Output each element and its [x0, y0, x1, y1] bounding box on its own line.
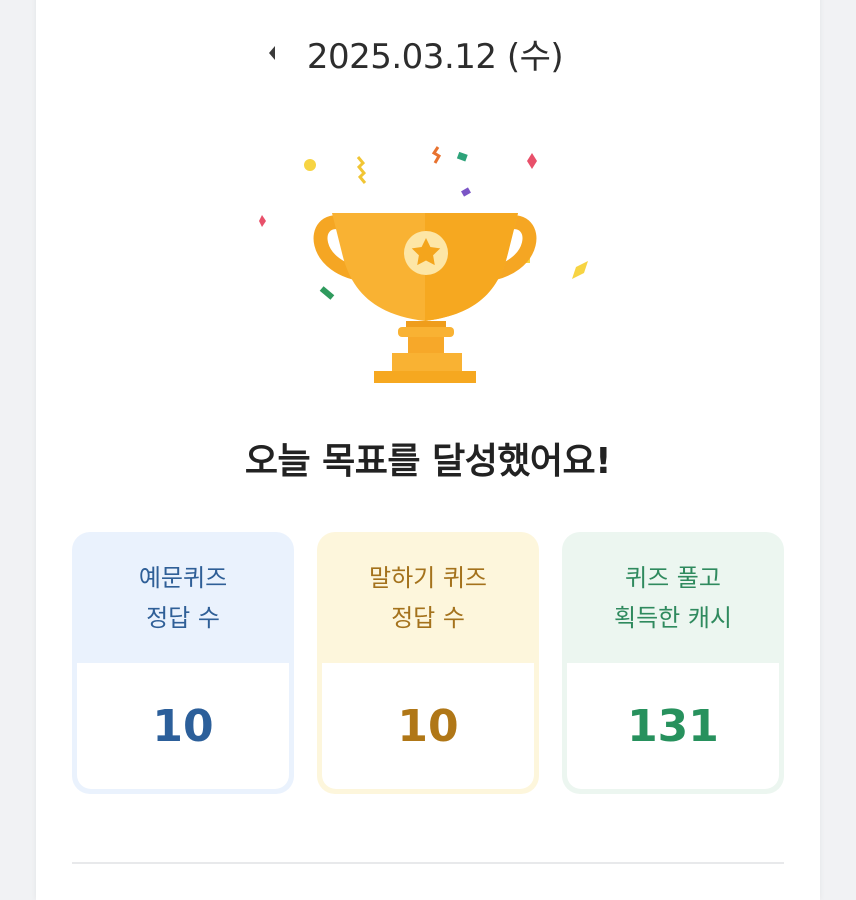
date-navigator: 2025.03.12 (수) — [0, 30, 856, 77]
stat-label-line1: 예문퀴즈 — [138, 564, 228, 592]
trophy-illustration — [240, 135, 620, 395]
stat-label-line1: 말하기 퀴즈 — [368, 564, 488, 592]
stat-card-speaking-quiz: 말하기 퀴즈 정답 수 10 — [317, 532, 539, 794]
stat-card-example-quiz: 예문퀴즈 정답 수 10 — [72, 532, 294, 794]
trophy-icon — [259, 146, 588, 383]
stat-label-line2: 정답 수 — [146, 604, 220, 632]
goal-achieved-title: 오늘 목표를 달성했어요! — [244, 441, 612, 482]
stat-value: 10 — [77, 663, 289, 789]
stat-label-line2: 획득한 캐시 — [613, 604, 733, 632]
stat-label: 예문퀴즈 정답 수 — [72, 532, 294, 664]
prev-date-button[interactable] — [262, 42, 282, 64]
stat-label: 말하기 퀴즈 정답 수 — [317, 532, 539, 664]
stat-label: 퀴즈 풀고 획득한 캐시 — [562, 532, 784, 664]
section-divider — [72, 862, 784, 864]
stat-label-line2: 정답 수 — [391, 604, 465, 632]
stat-value: 10 — [322, 663, 534, 789]
caret-left-icon — [269, 46, 275, 60]
stat-card-earned-cash: 퀴즈 풀고 획득한 캐시 131 — [562, 532, 784, 794]
current-date: 2025.03.12 (수) — [306, 36, 564, 77]
stat-label-line1: 퀴즈 풀고 — [625, 564, 721, 592]
stat-value: 131 — [567, 663, 779, 789]
